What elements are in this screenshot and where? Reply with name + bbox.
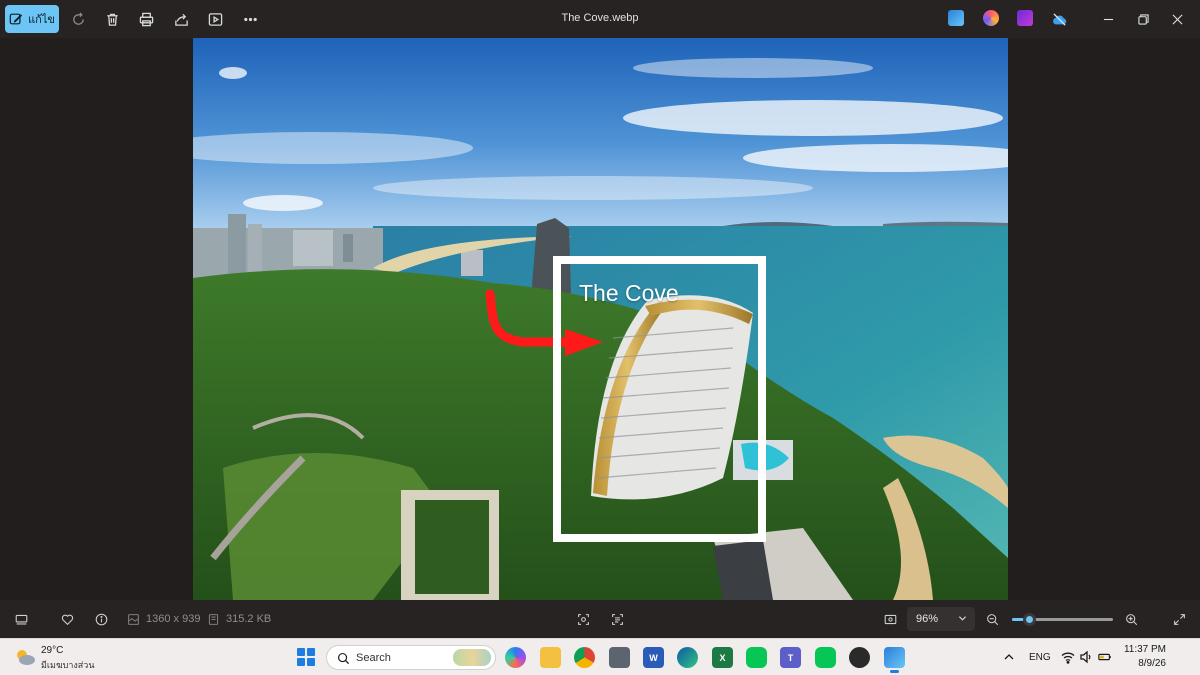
partly-cloudy-icon <box>17 650 35 665</box>
weather-temperature: 29°C <box>41 645 64 656</box>
fullscreen-button[interactable] <box>1170 610 1188 628</box>
line-icon[interactable] <box>746 647 767 668</box>
zoom-level-value: 96% <box>916 613 939 625</box>
word-icon[interactable]: W <box>643 647 664 668</box>
zoom-out-button[interactable] <box>983 610 1001 628</box>
zoom-in-button[interactable] <box>1122 610 1140 628</box>
file-info-button[interactable] <box>92 610 110 628</box>
input-language[interactable]: ENG <box>1029 652 1051 663</box>
camera-icon[interactable] <box>609 647 630 668</box>
slideshow-button[interactable] <box>205 9 225 29</box>
rotate-icon <box>72 11 84 25</box>
more-button[interactable] <box>240 9 260 29</box>
edit-icon <box>9 13 23 25</box>
close-button[interactable] <box>1167 9 1187 29</box>
photo: The Cove <box>193 38 1008 600</box>
share-button[interactable] <box>171 9 191 29</box>
search-icon <box>337 652 350 665</box>
restore-button[interactable] <box>1133 9 1153 29</box>
zoom-slider[interactable] <box>1012 613 1113 626</box>
bottom-status-bar: 1360 x 939 315.2 KB 96% <box>0 600 1200 638</box>
fit-screen-icon <box>884 614 896 624</box>
media-player-icon[interactable] <box>849 647 870 668</box>
show-hidden-icons-button[interactable] <box>1002 650 1016 664</box>
file-size: 315.2 KB <box>226 613 272 625</box>
file-size-icon <box>204 610 222 628</box>
photos-app-icon[interactable] <box>884 647 905 673</box>
line-secondary-icon[interactable] <box>815 647 836 668</box>
cloud-off-icon <box>1052 12 1066 26</box>
filmstrip-toggle-button[interactable] <box>12 610 30 628</box>
delete-button[interactable] <box>102 9 122 29</box>
speaker-icon <box>1080 650 1091 664</box>
fit-to-window-button[interactable] <box>881 610 899 628</box>
annotation-label: The Cove <box>579 280 679 306</box>
copilot-taskbar-icon[interactable] <box>505 647 526 668</box>
scan-icon <box>577 613 589 625</box>
zoom-slider-thumb[interactable] <box>1023 613 1037 626</box>
excel-icon[interactable]: X <box>712 647 733 668</box>
wifi-status[interactable] <box>1061 650 1075 664</box>
close-icon <box>1172 14 1182 24</box>
slideshow-icon <box>208 12 222 26</box>
onedrive-sync-button[interactable] <box>1049 9 1069 29</box>
clock-time[interactable]: 11:37 PM <box>1120 644 1166 655</box>
edit-button-label: แก้ไข <box>28 14 55 26</box>
clipchamp-icon[interactable] <box>1017 10 1033 26</box>
clock-date[interactable]: 8/9/26 <box>1120 658 1166 669</box>
expand-icon <box>1173 613 1185 625</box>
start-button[interactable] <box>297 648 315 666</box>
share-icon <box>174 13 188 26</box>
restore-icon <box>1137 13 1149 25</box>
chrome-icon[interactable] <box>574 647 595 668</box>
print-button[interactable] <box>136 9 156 29</box>
heart-icon <box>61 614 73 625</box>
visual-search-button[interactable] <box>574 610 592 628</box>
print-icon <box>139 12 153 26</box>
volume-status[interactable] <box>1079 650 1093 664</box>
text-scan-button[interactable] <box>608 610 626 628</box>
search-placeholder: Search <box>356 652 391 664</box>
teams-icon[interactable]: T <box>780 647 801 668</box>
chevron-up-icon <box>1004 654 1014 660</box>
favorite-button[interactable] <box>58 610 76 628</box>
rotate-button[interactable] <box>68 9 88 29</box>
battery-status[interactable] <box>1098 650 1112 664</box>
filmstrip-icon <box>15 614 27 624</box>
file-explorer-icon[interactable] <box>540 647 561 668</box>
more-icon <box>243 17 257 21</box>
zoom-out-icon <box>986 613 998 625</box>
dimensions-icon <box>124 610 142 628</box>
wifi-icon <box>1061 652 1075 664</box>
photos-editor-icon[interactable] <box>948 10 964 26</box>
minimize-icon <box>1103 18 1113 20</box>
edge-icon[interactable] <box>677 647 698 668</box>
info-icon <box>95 613 107 625</box>
battery-icon <box>1098 653 1111 661</box>
weather-condition: มีเมฆบางส่วน <box>41 660 95 670</box>
windows-taskbar: 29°C มีเมฆบางส่วน Search W X T ENG 11:37… <box>0 638 1200 675</box>
chevron-down-icon <box>958 616 967 621</box>
zoom-level-dropdown[interactable]: 96% <box>907 607 975 631</box>
taskbar-search-box[interactable]: Search <box>326 645 496 670</box>
image-dimensions: 1360 x 939 <box>146 613 201 625</box>
copilot-icon[interactable] <box>983 10 999 26</box>
image-viewport: The Cove <box>0 38 1200 600</box>
search-highlight-image <box>453 649 491 666</box>
minimize-button[interactable] <box>1098 9 1118 29</box>
trash-icon <box>106 13 118 26</box>
ocr-icon <box>611 613 623 625</box>
zoom-in-icon <box>1125 613 1137 625</box>
window-title: The Cove.webp <box>561 12 639 24</box>
top-toolbar: แก้ไข The Cove.webp <box>0 0 1200 38</box>
edit-button[interactable]: แก้ไข <box>5 5 59 33</box>
